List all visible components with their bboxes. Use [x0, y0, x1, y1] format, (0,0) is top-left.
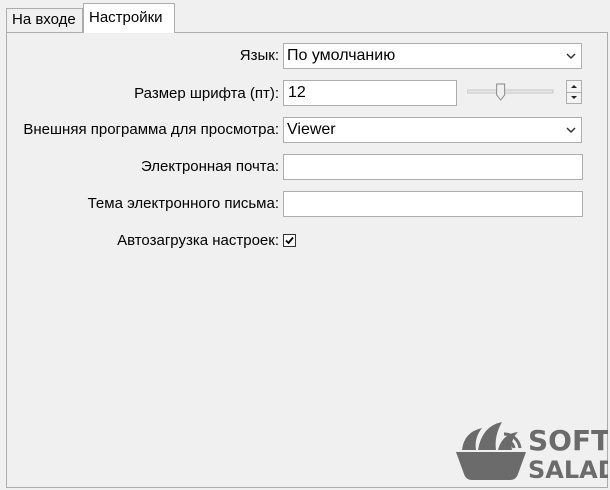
font-size-value: 12 — [288, 84, 306, 101]
chevron-down-icon — [566, 127, 576, 134]
language-select[interactable]: По умолчанию — [283, 43, 582, 69]
spin-down-icon[interactable] — [567, 92, 581, 103]
font-size-label: Размер шрифта (пт): — [134, 85, 279, 102]
font-size-spinner[interactable] — [566, 80, 582, 104]
language-label: Язык: — [239, 47, 279, 64]
logo-line-1: SOFT — [528, 424, 608, 457]
slider-thumb — [496, 83, 506, 101]
viewer-value: Viewer — [287, 121, 336, 138]
email-subject-label: Тема электронного письма: — [87, 195, 279, 212]
autoload-checkbox[interactable] — [283, 234, 296, 247]
tab-bar: На входе Настройки — [0, 0, 610, 33]
autoload-label: Автозагрузка настроек: — [117, 232, 279, 249]
email-field[interactable] — [283, 154, 583, 180]
email-subject-field[interactable] — [283, 191, 583, 217]
font-size-field[interactable]: 12 — [283, 80, 457, 106]
chevron-down-icon — [566, 53, 576, 60]
tab-input[interactable]: На входе — [6, 8, 83, 32]
font-size-slider[interactable] — [467, 80, 555, 104]
email-label: Электронная почта: — [140, 158, 279, 175]
check-icon — [285, 236, 294, 245]
language-value: По умолчанию — [287, 47, 396, 64]
tab-settings[interactable]: Настройки — [83, 3, 175, 33]
softsalad-logo: SOFT SALAD — [456, 422, 608, 484]
viewer-select[interactable]: Viewer — [283, 117, 582, 143]
viewer-label: Внешняя программа для просмотра: — [23, 121, 279, 138]
logo-line-2: SALAD — [528, 456, 608, 484]
